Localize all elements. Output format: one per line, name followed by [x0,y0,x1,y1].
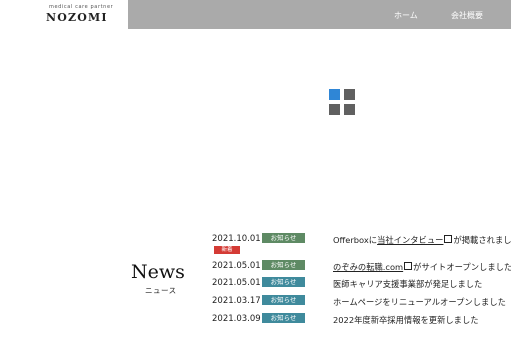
new-badge: 新着 [214,246,240,254]
site-logo[interactable]: medical care partner NOZOMI [0,0,128,29]
top-nav: ホーム 会社概要 [128,0,511,29]
news-item[interactable]: 2021.03.17 お知らせ ホームページをリニューアルオープンしました [212,295,511,309]
news-item[interactable]: 2021.05.01 お知らせ のぞみの転職.com がサイトオープンしました [212,260,511,274]
news-category-badge: お知らせ [262,260,305,270]
news-heading: News [131,261,185,283]
news-date: 2021.05.01 [212,261,261,271]
news-text: 2022年度新卒採用情報を更新しました [333,315,479,325]
news-category-badge: お知らせ [262,295,305,305]
news-link[interactable]: のぞみの転職.com [333,262,403,272]
news-text-post: が掲載されました [453,235,511,245]
news-text-post: がサイトオープンしました [413,262,511,272]
external-link-icon [444,235,453,243]
news-category-badge: お知らせ [262,233,305,243]
news-date: 2021.03.09 [212,314,261,324]
news-text: のぞみの転職.com がサイトオープンしました [333,261,511,273]
news-subheading: ニュース [145,286,177,295]
grid-square-blue [329,89,340,100]
logo-wordmark: NOZOMI [46,11,108,24]
external-link-icon [404,262,413,270]
grid-square [344,104,355,115]
news-item[interactable]: 2021.10.01 お知らせ Offerboxに当社インタビュー が掲載されまし… [212,233,511,254]
news-category-badge: お知らせ [262,277,305,287]
logo-tagline: medical care partner [49,4,114,10]
news-date: 2021.03.17 [212,296,261,306]
logo-grid-icon [329,89,356,116]
news-item[interactable]: 2021.05.01 お知らせ 医師キャリア支援事業部が発足しました [212,277,511,291]
grid-square [329,104,340,115]
grid-square [344,89,355,100]
news-text: Offerboxに当社インタビューが掲載されました [333,234,511,246]
news-item[interactable]: 2021.03.09 お知らせ 2022年度新卒採用情報を更新しました [212,313,511,327]
nav-home[interactable]: ホーム [394,10,418,21]
news-date: 2021.05.01 [212,278,261,288]
news-date: 2021.10.01 [212,234,261,244]
news-text: 医師キャリア支援事業部が発足しました [333,279,483,289]
news-category-badge: お知らせ [262,313,305,323]
news-link[interactable]: 当社インタビュー [377,235,443,245]
nav-company-overview[interactable]: 会社概要 [451,10,483,21]
news-text: ホームページをリニューアルオープンしました [333,297,506,307]
news-text-pre: Offerboxに [333,235,378,245]
